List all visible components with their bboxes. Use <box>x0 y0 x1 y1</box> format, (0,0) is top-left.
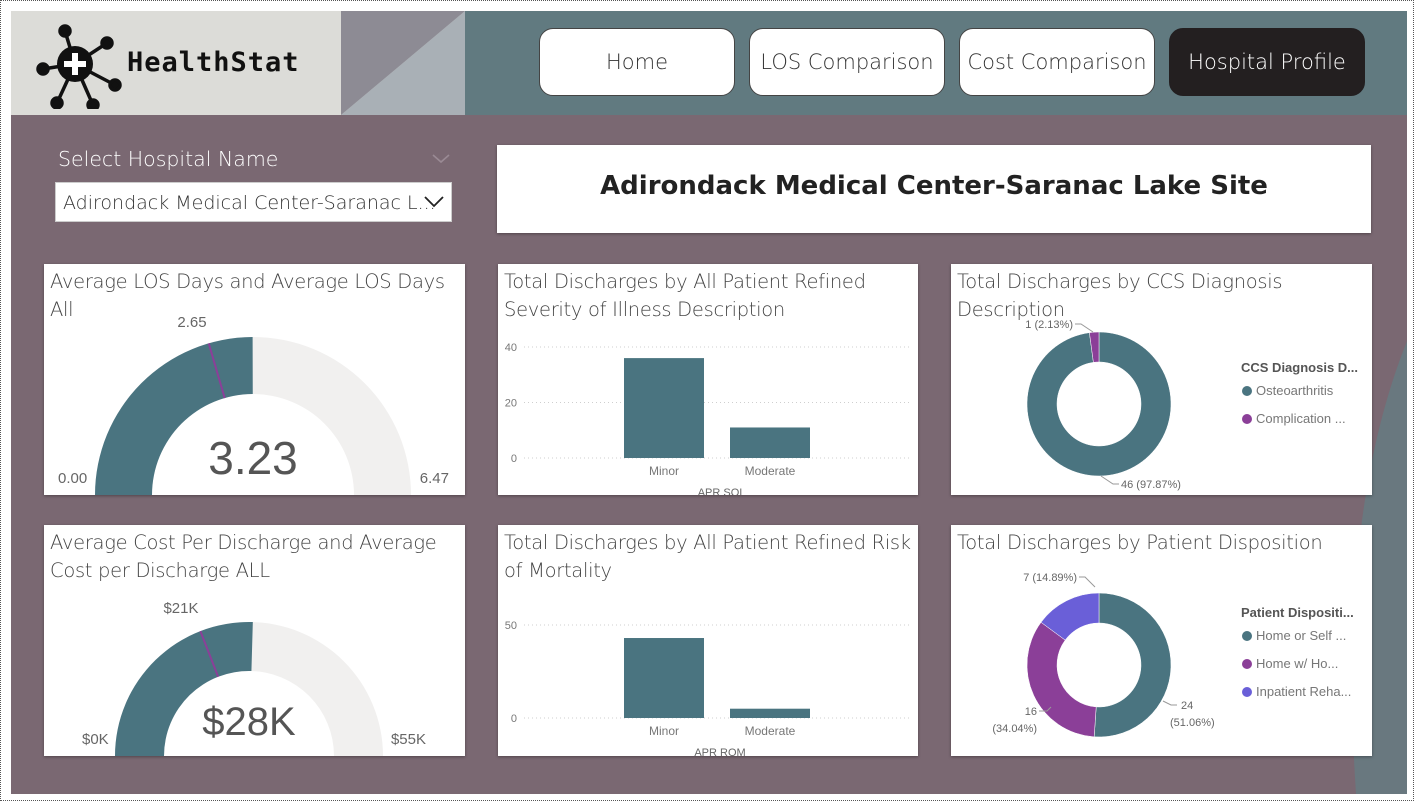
rom-bar-chart: 0 50 Minor ModerateAPR ROM <box>505 620 910 756</box>
x-axis-label: APR SOI <box>698 487 743 495</box>
data-label: 1 (2.13%) <box>1025 319 1073 331</box>
legend-marker <box>1242 659 1252 669</box>
nav-home-button[interactable]: Home <box>539 28 735 96</box>
y-tick-label: 0 <box>511 453 517 465</box>
cost-gauge-card[interactable]: Average Cost Per Discharge and Average C… <box>44 525 465 756</box>
legend-label: Home or Self ... <box>1256 628 1346 643</box>
gauge-value-label: $28K <box>202 700 296 744</box>
data-label: 46 (97.87%) <box>1121 479 1181 491</box>
y-tick-label: 20 <box>505 398 517 410</box>
hospital-select-label: Select Hospital Name <box>58 147 279 171</box>
y-tick-label: 40 <box>505 342 517 354</box>
bar <box>624 358 704 458</box>
nav-cost-comparison-button[interactable]: Cost Comparison <box>959 28 1155 96</box>
gauge-min-label: $0K <box>82 731 109 748</box>
data-label: (51.06%) <box>1170 717 1215 729</box>
disposition-donut-chart-card[interactable]: Total Discharges by Patient Disposition … <box>951 525 1372 756</box>
legend-label: Osteoarthritis <box>1256 383 1334 398</box>
gauge-max-label: 6.47 <box>420 470 449 487</box>
logo-panel: HealthStat <box>11 11 465 115</box>
legend-marker <box>1242 414 1252 424</box>
hospital-title: Adirondack Medical Center-Saranac Lake S… <box>600 171 1268 201</box>
top-navigation-bar: HealthStat Home LOS Comparison Cost Comp… <box>11 11 1407 115</box>
disposition-donut-chart: 7 (14.89%) 24 (51.06%) 16 (34.04%) Patient Di… <box>992 572 1354 738</box>
gauge-min-label: 0.00 <box>58 470 87 487</box>
leader-line <box>1075 323 1094 333</box>
gauge-target-label: 2.65 <box>177 314 206 331</box>
los-gauge: 3.23 0.00 6.47 2.65 <box>58 314 449 495</box>
donut-slice <box>1093 592 1172 738</box>
ccs-donut-chart: 1 (2.13%) 46 (97.87%) CCS Diagnosis D... Os… <box>1025 319 1358 491</box>
chevron-down-icon[interactable] <box>423 195 445 209</box>
x-tick-label: Moderate <box>745 464 796 478</box>
ccs-donut-chart-card[interactable]: Total Discharges by CCS Diagnosis Descri… <box>951 264 1372 495</box>
healthstat-logo-icon <box>36 24 122 109</box>
x-tick-label: Moderate <box>745 724 796 738</box>
soi-bar-chart: 0 20 40 Minor Moderate APR SOI <box>505 342 910 495</box>
rom-bar-chart-card[interactable]: Total Discharges by All Patient Refined … <box>498 525 918 756</box>
hospital-select-value: Adirondack Medical Center-Saranac L... <box>63 192 436 214</box>
logo-text: HealthStat <box>127 47 300 78</box>
leader-line <box>1100 475 1119 485</box>
legend-marker <box>1242 631 1252 641</box>
x-axis-label: APR ROM <box>694 747 745 756</box>
legend-marker <box>1242 687 1252 697</box>
legend-title: Patient Dispositi... <box>1241 605 1354 620</box>
x-tick-label: Minor <box>649 464 679 478</box>
data-label: (34.04%) <box>992 723 1037 735</box>
hospital-select-dropdown[interactable]: Adirondack Medical Center-Saranac L... <box>55 182 452 222</box>
gauge-value-label: 3.23 <box>208 432 298 484</box>
y-tick-label: 0 <box>511 713 517 725</box>
legend-label: Complication ... <box>1256 411 1346 426</box>
gauge-target-label: $21K <box>163 600 198 617</box>
leader-line <box>1079 576 1096 588</box>
leader-line <box>1162 700 1177 706</box>
donut-slice <box>1026 621 1097 738</box>
y-tick-label: 50 <box>505 620 517 632</box>
los-gauge-card[interactable]: Average LOS Days and Average LOS Days Al… <box>44 264 465 495</box>
legend-title: CCS Diagnosis D... <box>1241 360 1358 375</box>
bar <box>730 708 810 718</box>
bar <box>624 638 704 718</box>
clear-filter-chevron-icon[interactable] <box>431 153 451 165</box>
x-tick-label: Minor <box>649 724 679 738</box>
nav-hospital-profile-button[interactable]: Hospital Profile <box>1169 28 1365 96</box>
legend-label: Home w/ Ho... <box>1256 656 1338 671</box>
cost-gauge: $28K $0K $55K $21K <box>82 600 426 756</box>
data-label: 7 (14.89%) <box>1023 572 1077 584</box>
legend-label: Inpatient Reha... <box>1256 684 1351 699</box>
gauge-max-label: $55K <box>391 731 426 748</box>
data-label: 16 <box>1025 706 1037 718</box>
nav-los-comparison-button[interactable]: LOS Comparison <box>749 28 945 96</box>
legend-marker <box>1242 386 1252 396</box>
bar <box>730 427 810 458</box>
report-canvas: HealthStat Home LOS Comparison Cost Comp… <box>11 11 1407 794</box>
data-label: 24 <box>1181 700 1193 712</box>
soi-bar-chart-card[interactable]: Total Discharges by All Patient Refined … <box>498 264 918 495</box>
hospital-title-card: Adirondack Medical Center-Saranac Lake S… <box>497 145 1371 233</box>
